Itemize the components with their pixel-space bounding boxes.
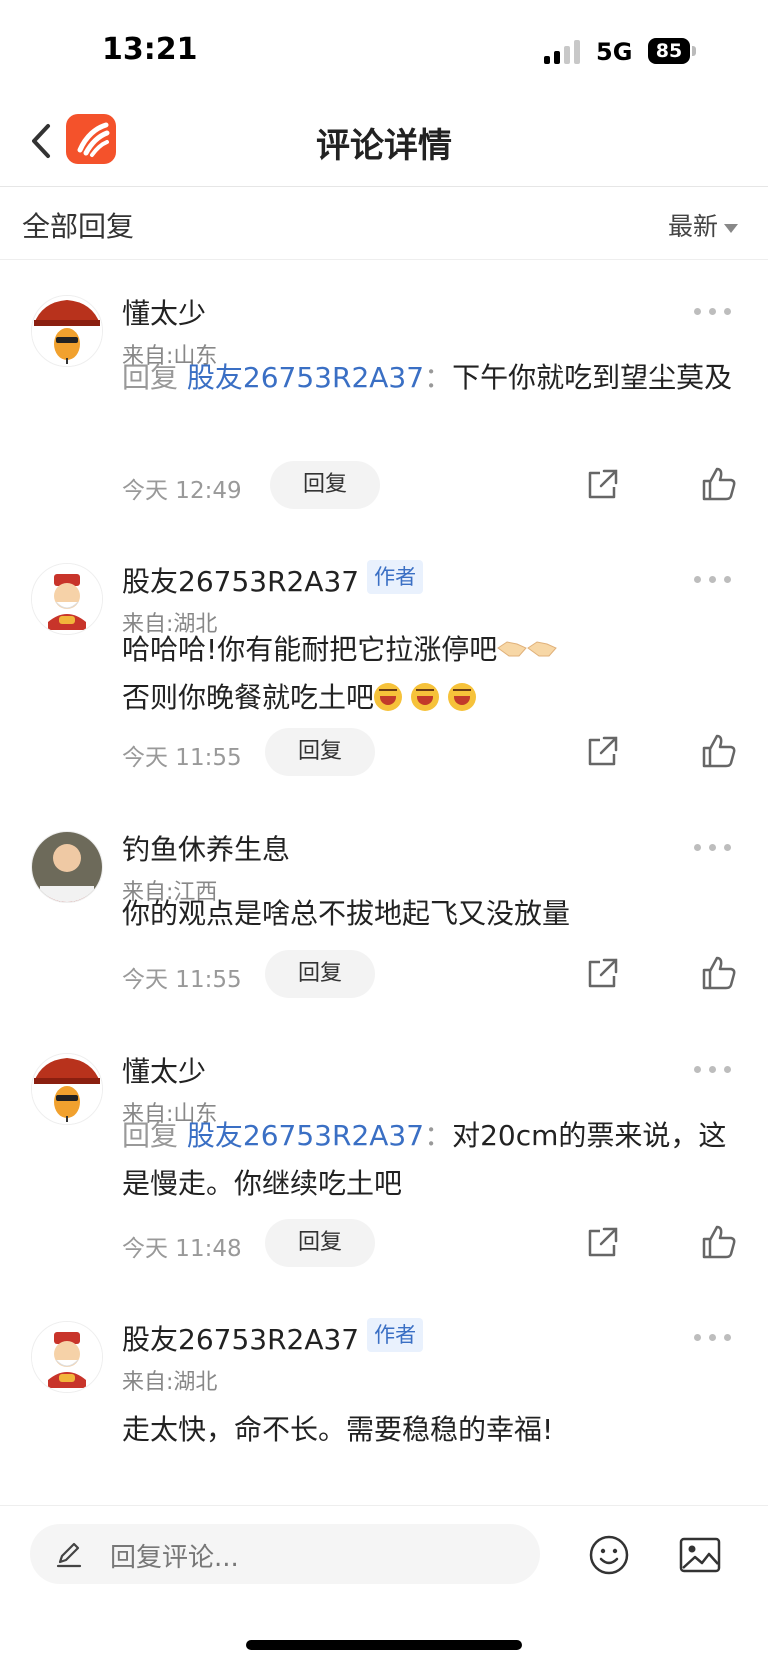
- reply-button[interactable]: 回复: [265, 728, 375, 776]
- handshake-emoji-icon: [527, 641, 558, 657]
- page-title: 评论详情: [316, 126, 452, 166]
- comment-body: 下午你就吃到望尘莫及: [452, 361, 733, 394]
- reply-button[interactable]: 回复: [270, 461, 380, 509]
- comment-item: 钓鱼休养生息 来自:江西 你的观点是啥总不拔地起飞又没放量 今天 11:55 回…: [0, 796, 768, 1018]
- comment-actions: 今天 12:49 回复: [122, 461, 742, 509]
- comment-item: 懂太少 来自:山东 回复 股友26753R2A37：下午你就吃到望尘莫及 今天 …: [0, 260, 768, 528]
- reply-prefix: 回复: [122, 361, 179, 394]
- avatar[interactable]: [31, 1053, 103, 1125]
- reply-target-link[interactable]: 股友26753R2A37: [187, 1119, 424, 1152]
- home-indicator: [246, 1640, 522, 1650]
- reply-target-link[interactable]: 股友26753R2A37: [187, 361, 424, 394]
- comment-body-line1: 哈哈哈!你有能耐把它拉涨停吧: [122, 633, 498, 666]
- laughing-emoji-icon: [374, 683, 403, 711]
- thumbs-up-icon[interactable]: [700, 954, 738, 992]
- thumbs-up-icon[interactable]: [700, 1223, 738, 1261]
- share-icon[interactable]: [584, 1225, 620, 1261]
- reply-prefix: 回复: [122, 1119, 179, 1152]
- comment-username[interactable]: 懂太少: [122, 1050, 206, 1090]
- comment-text: 走太快，命不长。需要稳稳的幸福!: [122, 1406, 737, 1454]
- comment-item: 股友26753R2A37 作者 来自:湖北 哈哈哈!你有能耐把它拉涨停吧 否则你晚…: [0, 528, 768, 796]
- reply-separator: ：: [424, 361, 453, 394]
- comment-text: 回复 股友26753R2A37：下午你就吃到望尘莫及: [122, 354, 737, 402]
- network-type: 5G: [596, 38, 633, 66]
- more-options-icon[interactable]: [694, 844, 734, 854]
- emoji-picker-icon[interactable]: [588, 1534, 630, 1576]
- comment-actions: 今天 11:48 回复: [122, 1219, 742, 1267]
- sort-dropdown[interactable]: 最新: [668, 207, 738, 243]
- more-options-icon[interactable]: [694, 308, 734, 318]
- more-options-icon[interactable]: [694, 1066, 734, 1076]
- reply-button[interactable]: 回复: [265, 950, 375, 998]
- comment-username[interactable]: 懂太少: [122, 292, 206, 332]
- reply-button[interactable]: 回复: [265, 1219, 375, 1267]
- sort-label: 最新: [667, 212, 718, 241]
- status-bar: 13:21 5G 85: [0, 0, 768, 100]
- comment-username[interactable]: 股友26753R2A37 作者: [122, 1318, 424, 1358]
- author-badge: 作者: [367, 1318, 424, 1352]
- comment-time: 今天 11:55: [122, 967, 242, 993]
- nav-header: 评论详情: [0, 100, 768, 187]
- signal-icon: [544, 40, 584, 64]
- thumbs-up-icon[interactable]: [700, 465, 738, 503]
- comment-username[interactable]: 钓鱼休养生息: [122, 828, 290, 868]
- replies-filter-bar: 全部回复 最新: [0, 187, 768, 260]
- avatar[interactable]: [31, 831, 103, 903]
- status-time: 13:21: [102, 32, 198, 67]
- username-text[interactable]: 股友26753R2A37: [122, 565, 359, 598]
- comment-text: 哈哈哈!你有能耐把它拉涨停吧 否则你晚餐就吃土吧: [122, 626, 737, 722]
- laughing-emoji-icon: [410, 683, 439, 711]
- reply-comment-input[interactable]: 回复评论...: [30, 1524, 540, 1584]
- bottom-reply-bar: 回复评论...: [0, 1505, 768, 1664]
- author-badge: 作者: [367, 560, 424, 594]
- reply-input-placeholder: 回复评论...: [110, 1543, 239, 1573]
- comment-item: 懂太少 来自:山东 回复 股友26753R2A37：对20cm的票来说，这是慢走…: [0, 1018, 768, 1286]
- handshake-emoji-icon: [497, 641, 528, 657]
- comment-list: 懂太少 来自:山东 回复 股友26753R2A37：下午你就吃到望尘莫及 今天 …: [0, 260, 768, 1505]
- share-icon[interactable]: [584, 467, 620, 503]
- share-icon[interactable]: [584, 734, 620, 770]
- comment-text: 你的观点是啥总不拔地起飞又没放量: [122, 890, 737, 938]
- comment-location: 来自:湖北: [122, 1370, 218, 1395]
- battery-icon: 85: [648, 38, 690, 64]
- battery-tip: [692, 46, 696, 56]
- image-picker-icon[interactable]: [678, 1536, 722, 1574]
- more-options-icon[interactable]: [694, 576, 734, 586]
- comment-item: 股友26753R2A37 作者 来自:湖北 走太快，命不长。需要稳稳的幸福!: [0, 1286, 768, 1505]
- avatar[interactable]: [31, 295, 103, 367]
- laughing-emoji-icon: [447, 683, 476, 711]
- comment-actions: 今天 11:55 回复: [122, 728, 742, 776]
- comment-body: 走太快，命不长。需要稳稳的幸福!: [122, 1413, 554, 1446]
- pencil-icon: [56, 1542, 82, 1568]
- comment-actions: 今天 11:55 回复: [122, 950, 742, 998]
- reply-separator: ：: [424, 1119, 453, 1152]
- username-text[interactable]: 股友26753R2A37: [122, 1323, 359, 1356]
- avatar[interactable]: [31, 563, 103, 635]
- comment-time: 今天 11:48: [122, 1236, 242, 1262]
- more-options-icon[interactable]: [694, 1334, 734, 1344]
- comment-time: 今天 12:49: [122, 478, 242, 504]
- comment-body-line2: 否则你晚餐就吃土吧: [122, 681, 375, 714]
- all-replies-label: 全部回复: [22, 210, 135, 243]
- comment-body: 你的观点是啥总不拔地起飞又没放量: [122, 897, 571, 930]
- avatar[interactable]: [31, 1321, 103, 1393]
- comment-text: 回复 股友26753R2A37：对20cm的票来说，这是慢走。你继续吃土吧: [122, 1112, 737, 1208]
- comment-username[interactable]: 股友26753R2A37 作者: [122, 560, 424, 600]
- share-icon[interactable]: [584, 956, 620, 992]
- comment-time: 今天 11:55: [122, 745, 242, 771]
- caret-down-icon: [724, 223, 738, 233]
- thumbs-up-icon[interactable]: [700, 732, 738, 770]
